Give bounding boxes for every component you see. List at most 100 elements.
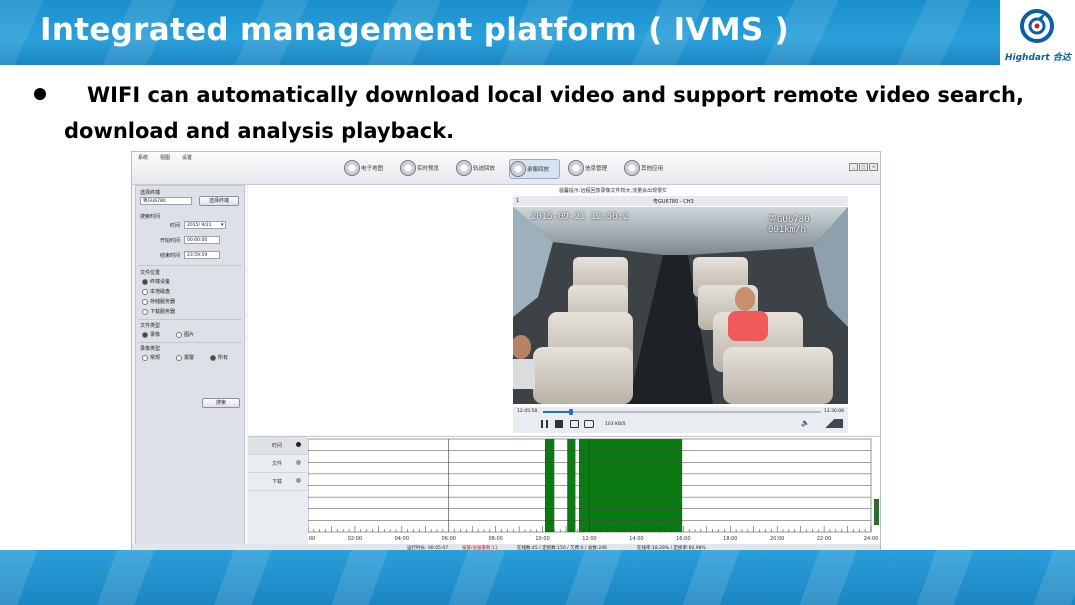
osd-datetime: 2015-09-21 12:50:2 — [531, 212, 629, 222]
maximize-icon[interactable]: □ — [859, 163, 868, 171]
hour-label: 08:00 — [488, 536, 502, 542]
record-type-alarm: 报警 — [184, 355, 195, 361]
stop-icon[interactable] — [555, 420, 563, 428]
time-start: 12:45:58 — [517, 409, 538, 414]
radio-video[interactable] — [142, 332, 148, 338]
channel-number: 1 — [516, 198, 520, 204]
toolbar: 系统 视图 设置 _ □ × 电子地图 实时预览 轨迹回放 录像回放 信息管理 其他… — [132, 152, 880, 185]
bus-interior-image — [513, 207, 848, 404]
hour-label: 14:00 — [629, 536, 643, 542]
volume-slider[interactable] — [817, 419, 843, 428]
file-type-label: 文件类型 — [140, 323, 161, 329]
hour-label: 02:00 — [348, 536, 362, 542]
radio-storage-server[interactable] — [142, 299, 148, 305]
tab-file[interactable]: 文件 — [248, 455, 308, 473]
record-type-label: 录像类型 — [140, 346, 161, 352]
window-controls: _ □ × — [848, 153, 878, 172]
radio-picture[interactable] — [176, 332, 182, 338]
chevron-down-icon[interactable]: ▾ — [221, 222, 224, 228]
tool-playback[interactable]: 录像回放 — [509, 159, 560, 179]
end-time-field[interactable]: 23:59:59 — [184, 251, 220, 259]
location-terminal-device: 终端设备 — [150, 279, 171, 285]
close-icon[interactable]: × — [869, 163, 878, 171]
tab-download-label: 下载 — [272, 479, 283, 485]
chevron-right-icon — [296, 478, 301, 483]
radio-alarm[interactable] — [176, 355, 182, 361]
tool-live-label: 实时预览 — [417, 166, 440, 172]
hour-label: 04:00 — [395, 536, 409, 542]
hour-label: 06:00 — [442, 536, 456, 542]
record-icon[interactable] — [570, 420, 579, 428]
divider — [138, 319, 242, 320]
slide-title: Integrated management platform ( IVMS ) — [40, 12, 790, 48]
tool-track[interactable]: 轨迹回放 — [456, 159, 502, 177]
select-terminal-button[interactable]: 选择终端 — [199, 196, 239, 206]
location-local-disk: 本地磁盘 — [150, 289, 171, 295]
info-icon — [568, 160, 584, 176]
location-storage-server: 存储服务器 — [150, 299, 176, 305]
slide-header: Integrated management platform ( IVMS ) … — [0, 0, 1075, 65]
playback-icon — [510, 161, 526, 177]
company-logo: Highdart 合达 — [1000, 0, 1075, 65]
tool-info[interactable]: 信息管理 — [568, 159, 614, 177]
radio-local-disk[interactable] — [142, 289, 148, 295]
logo-ring-icon — [1020, 9, 1054, 43]
volume-icon[interactable]: 🔈 — [801, 419, 810, 427]
record-type-all: 所有 — [218, 355, 229, 361]
map-icon — [344, 160, 360, 176]
select-terminal-label: 选择终端 — [140, 190, 161, 196]
timeline-tabs: 时间 文件 下载 — [248, 437, 308, 547]
hour-label: 16:00 — [676, 536, 690, 542]
chevron-right-icon — [296, 442, 301, 447]
tool-track-label: 轨迹回放 — [473, 166, 496, 172]
tool-playback-label: 录像回放 — [527, 167, 550, 173]
file-location-label: 文件位置 — [140, 270, 161, 276]
tool-other[interactable]: 其他应用 — [624, 159, 670, 177]
divider — [138, 342, 242, 343]
radio-all[interactable] — [210, 355, 216, 361]
radio-normal[interactable] — [142, 355, 148, 361]
hour-label: 10:00 — [535, 536, 549, 542]
hour-label: 00:00 — [308, 536, 315, 542]
progress-handle[interactable] — [568, 409, 573, 415]
progress-track[interactable] — [543, 409, 821, 415]
tool-other-label: 其他应用 — [641, 166, 664, 172]
video-frame[interactable]: 2015-09-21 12:50:2 粤GU6780 091km/h — [513, 207, 848, 404]
divider — [138, 265, 242, 266]
end-time-label: 结束时间 — [160, 253, 181, 259]
video-channel-header: 1 粤GU6780 - CH3 — [513, 196, 848, 206]
terminal-field[interactable]: 粤GU6780 — [140, 197, 192, 205]
date-picker[interactable]: 2015/ 9/21 — [184, 221, 226, 229]
tool-map[interactable]: 电子地图 — [344, 159, 390, 177]
search-panel: 选择终端 粤GU6780 选择终端 搜索时间 时间 2015/ 9/21 ▾ 开… — [135, 185, 245, 545]
menu-system[interactable]: 系统 — [138, 154, 148, 161]
recording-timeline-chart[interactable]: 00:00 02:00 04:00 06:00 08:00 10:00 12:00 14:00… — [308, 437, 880, 547]
tab-download[interactable]: 下载 — [248, 473, 308, 491]
osd-plate: 粤GU6780 — [768, 215, 810, 225]
hour-label: 18:00 — [723, 536, 737, 542]
start-time-field[interactable]: 00:00:00 — [184, 236, 220, 244]
search-button[interactable]: 搜索 — [202, 398, 240, 408]
radio-terminal-device[interactable] — [142, 279, 148, 285]
slide-footer — [0, 550, 1075, 605]
ivms-window: 系统 视图 设置 _ □ × 电子地图 实时预览 轨迹回放 录像回放 信息管理 其他… — [131, 151, 881, 551]
hour-label: 20:00 — [770, 536, 784, 542]
radio-download-server[interactable] — [142, 309, 148, 315]
pause-icon[interactable] — [541, 420, 548, 428]
minimize-icon[interactable]: _ — [849, 163, 858, 171]
live-icon — [400, 160, 416, 176]
tool-info-label: 信息管理 — [585, 166, 608, 172]
hour-label: 24:00 — [864, 536, 878, 542]
file-type-video: 录像 — [150, 332, 161, 338]
tool-live[interactable]: 实时预览 — [400, 159, 446, 177]
playback-notice: 温馨提示:远程回放录像文件较大,流量会出现很忙 — [558, 188, 668, 194]
menu-settings[interactable]: 设置 — [182, 154, 192, 161]
tab-time[interactable]: 时间 — [248, 437, 308, 455]
hour-label: 12:00 — [582, 536, 596, 542]
bullet-text-line1: WIFI can automatically download local vi… — [87, 83, 1024, 107]
camera-icon[interactable] — [584, 420, 594, 428]
track-icon — [456, 160, 472, 176]
menu-view[interactable]: 视图 — [160, 154, 170, 161]
hour-label: 22:00 — [817, 536, 831, 542]
bullet-text-line2: download and analysis playback. — [64, 119, 455, 143]
